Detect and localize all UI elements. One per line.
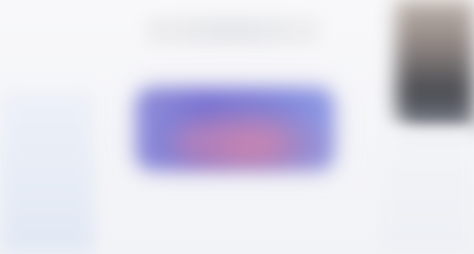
primary-action-button[interactable] <box>136 88 334 170</box>
left-side-panel <box>0 90 95 254</box>
right-side-panel <box>380 128 474 254</box>
page-title-placeholder <box>145 16 320 46</box>
blurred-ui-canvas <box>0 0 474 254</box>
right-thumbnail-image <box>396 0 474 128</box>
